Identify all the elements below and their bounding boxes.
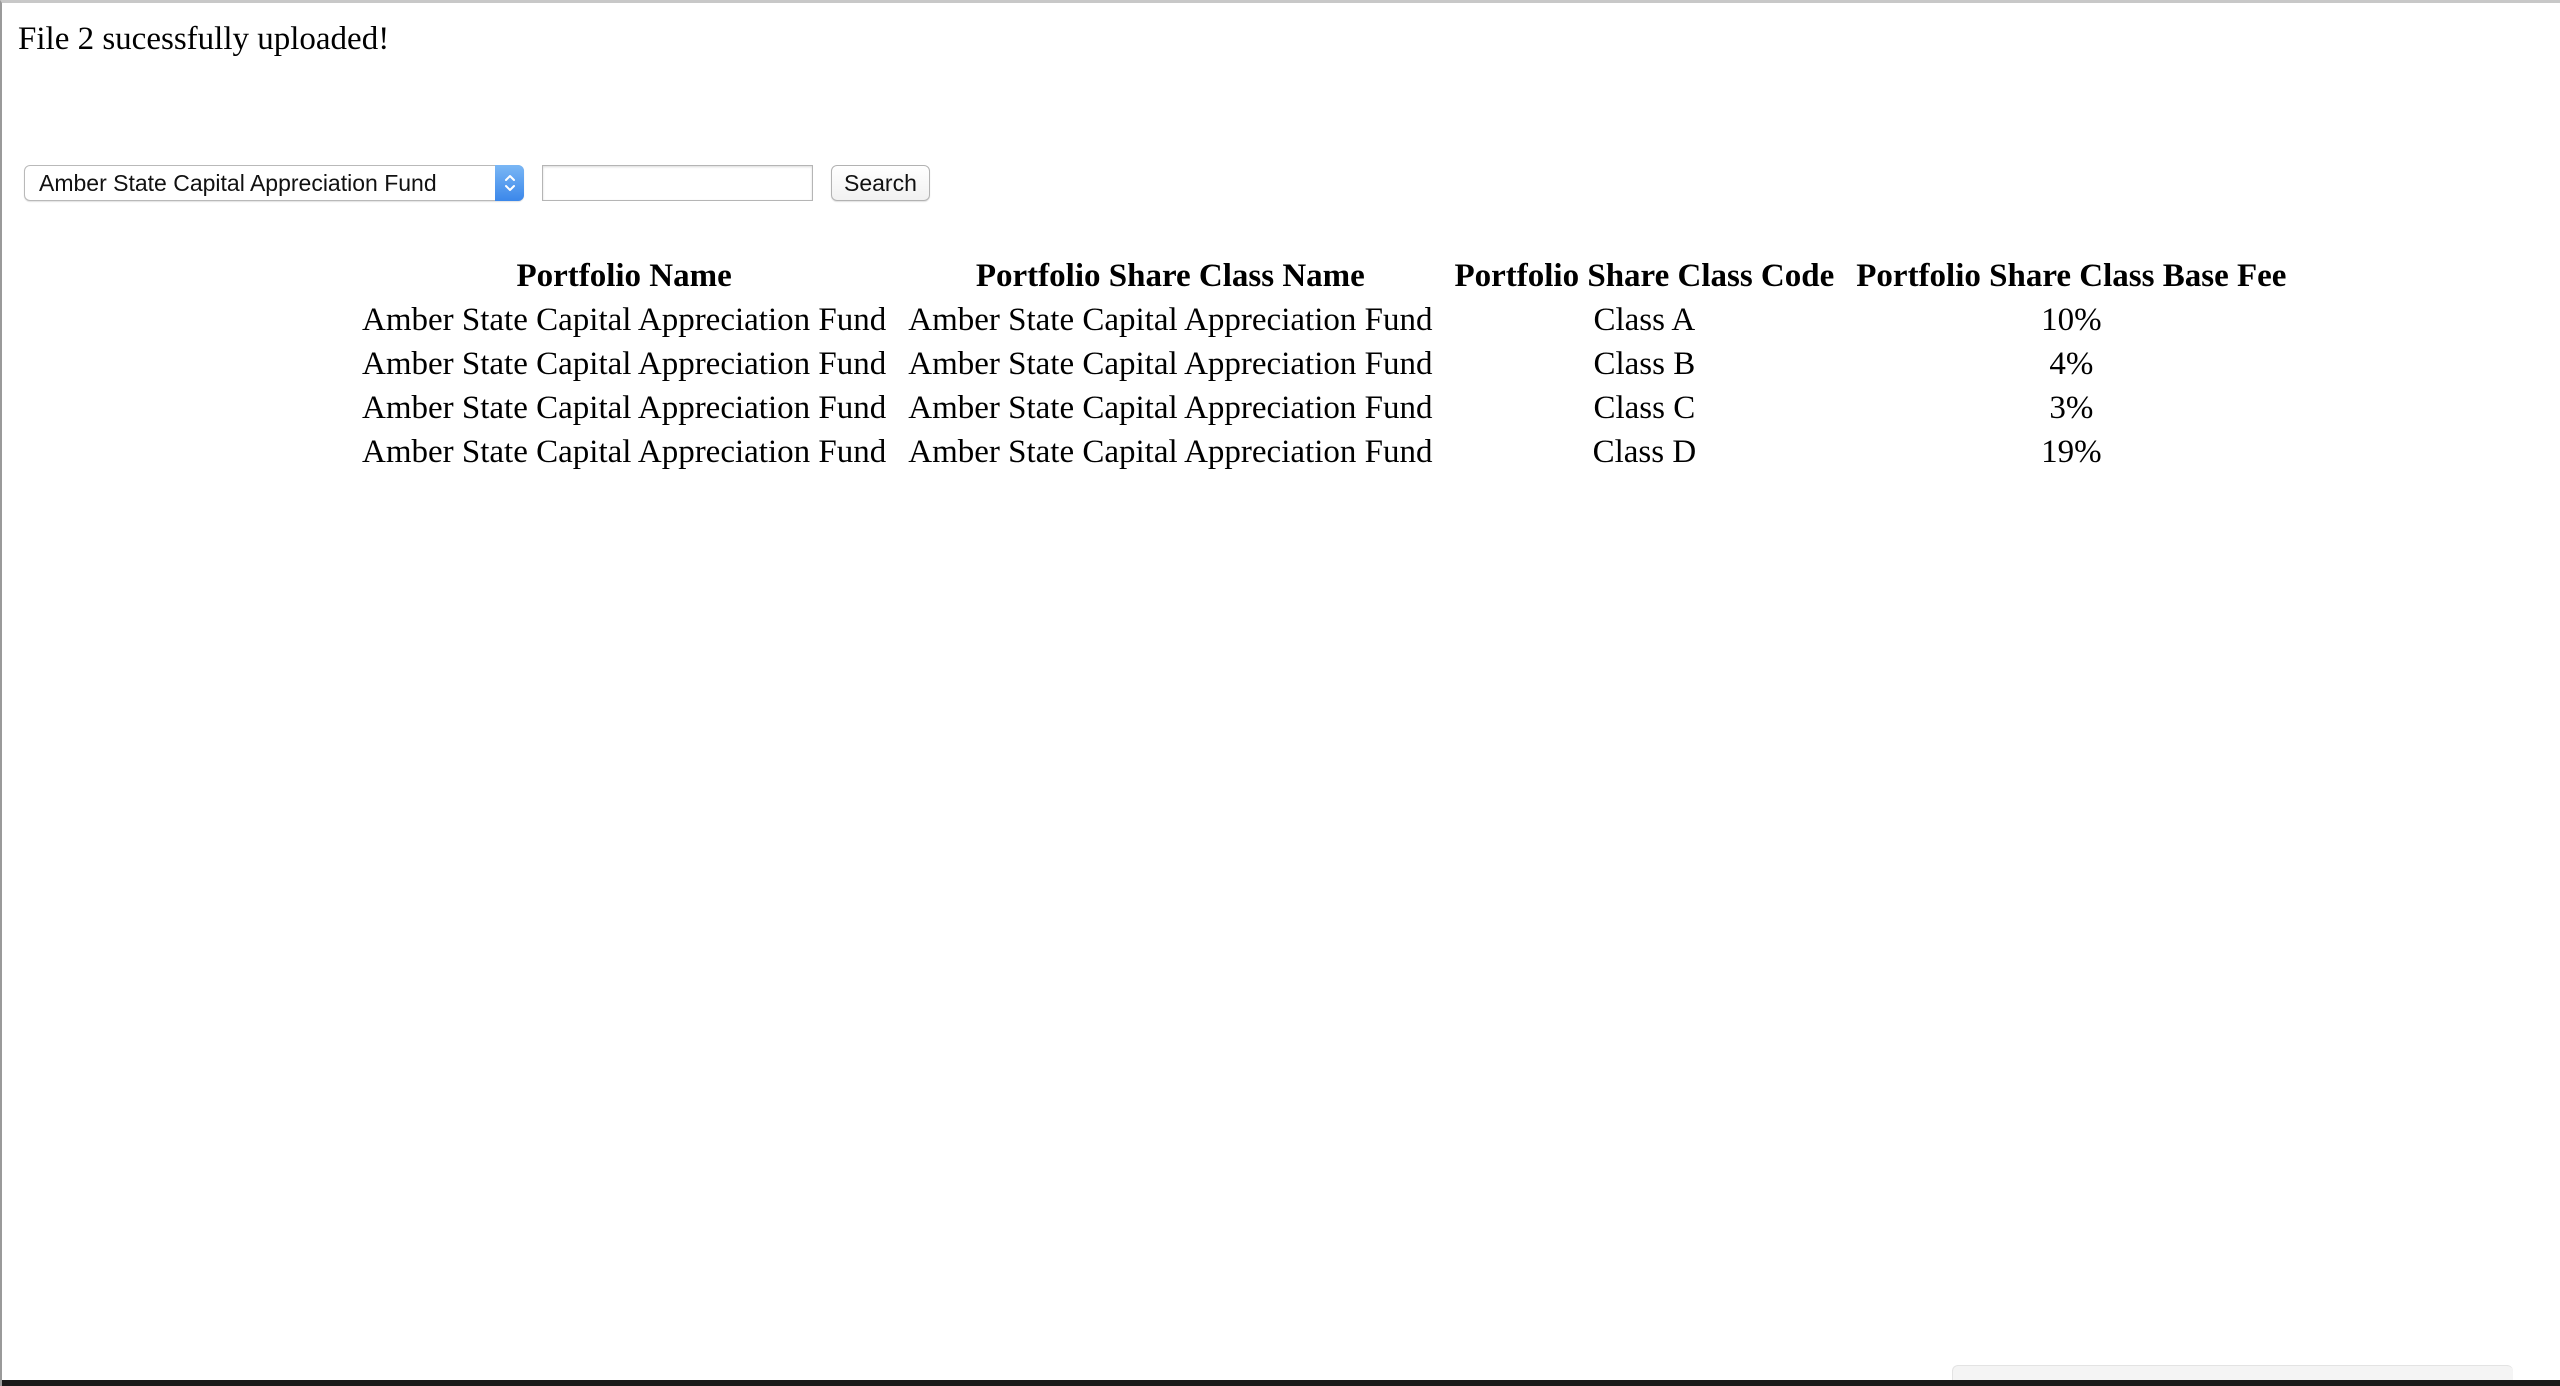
- cell-portfolio-name: Amber State Capital Appreciation Fund: [362, 301, 887, 338]
- cell-share-class-code: Class C: [1593, 389, 1696, 426]
- cell-share-class-name: Amber State Capital Appreciation Fund: [908, 389, 1433, 426]
- header-portfolio-name: Portfolio Name: [516, 257, 732, 294]
- search-controls: Amber State Capital Appreciation Fund Se…: [24, 163, 930, 203]
- search-input[interactable]: [542, 165, 813, 201]
- cell-share-class-code: Class B: [1593, 345, 1696, 382]
- window-bottom-edge: [2, 1380, 2560, 1386]
- cell-base-fee: 10%: [2041, 301, 2102, 338]
- portfolio-table: Portfolio Name Portfolio Share Class Nam…: [342, 253, 2306, 475]
- cell-share-class-name: Amber State Capital Appreciation Fund: [908, 301, 1433, 338]
- search-button[interactable]: Search: [831, 165, 930, 201]
- header-share-class-name: Portfolio Share Class Name: [975, 257, 1365, 294]
- cell-share-class-name: Amber State Capital Appreciation Fund: [908, 433, 1433, 470]
- portfolio-select[interactable]: Amber State Capital Appreciation Fund: [24, 165, 524, 201]
- table-row: Amber State Capital Appreciation Fund Am…: [360, 387, 2288, 429]
- window-bottom-panel: [1952, 1365, 2513, 1380]
- cell-portfolio-name: Amber State Capital Appreciation Fund: [362, 389, 887, 426]
- table-row: Amber State Capital Appreciation Fund Am…: [360, 299, 2288, 341]
- header-share-class-code: Portfolio Share Class Code: [1454, 257, 1835, 294]
- cell-base-fee: 19%: [2041, 433, 2102, 470]
- table-header-row: Portfolio Name Portfolio Share Class Nam…: [360, 255, 2288, 297]
- table-row: Amber State Capital Appreciation Fund Am…: [360, 343, 2288, 385]
- upload-status-message: File 2 sucessfully uploaded!: [18, 21, 390, 57]
- cell-share-class-name: Amber State Capital Appreciation Fund: [908, 345, 1433, 382]
- cell-base-fee: 3%: [2049, 389, 2094, 426]
- portfolio-select-value: Amber State Capital Appreciation Fund: [39, 169, 437, 196]
- cell-share-class-code: Class A: [1593, 301, 1696, 338]
- select-arrows-icon: [495, 165, 524, 201]
- cell-share-class-code: Class D: [1592, 433, 1697, 470]
- table-row: Amber State Capital Appreciation Fund Am…: [360, 431, 2288, 473]
- header-share-class-base-fee: Portfolio Share Class Base Fee: [1856, 257, 2287, 294]
- page: File 2 sucessfully uploaded! Amber State…: [0, 0, 2560, 1386]
- cell-base-fee: 4%: [2049, 345, 2094, 382]
- cell-portfolio-name: Amber State Capital Appreciation Fund: [362, 345, 887, 382]
- cell-portfolio-name: Amber State Capital Appreciation Fund: [362, 433, 887, 470]
